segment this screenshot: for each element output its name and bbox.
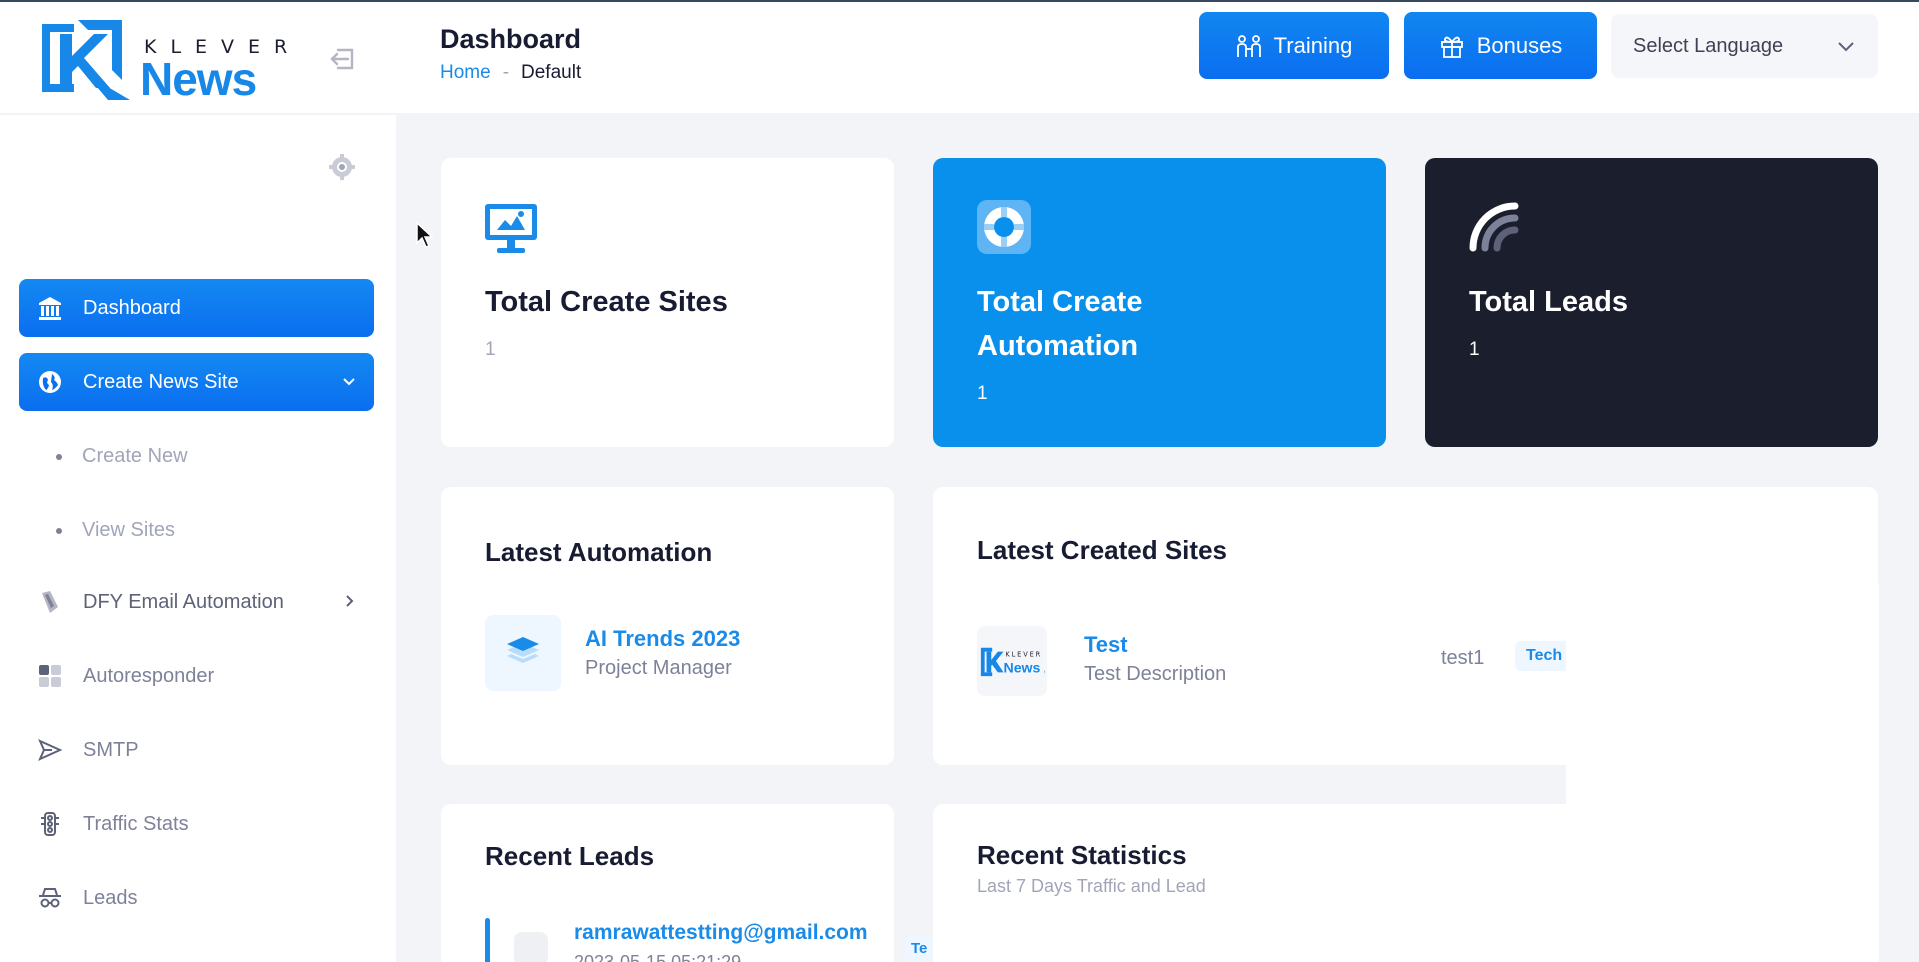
avatar [514,932,548,962]
stat-card-total-create-automation[interactable]: Total Create Automation 1 [933,158,1386,447]
lead-date: 2023-05-15 05:21:29 [574,952,742,962]
bonuses-button-label: Bonuses [1476,32,1563,58]
lead-tag: Te [905,936,934,961]
sidebar-item-label: Traffic Stats [83,812,189,835]
breadcrumb-current: Default [521,62,582,83]
site-logo-thumbnail: KLEVER News AI [977,626,1047,696]
stat-value: 1 [977,383,988,404]
sidebar-subitem-create-new[interactable]: Create New [56,445,188,468]
lifebuoy-icon [977,200,1031,254]
latest-automation-card: Latest Automation AI Trends 2023 Project… [441,487,894,765]
chevron-down-icon [343,378,355,386]
site-category-tag: Tech [1515,641,1574,671]
section-title: Recent Leads [485,841,655,871]
people-icon [1236,34,1261,57]
clapperboard-icon [35,587,65,617]
chevron-down-icon [1838,42,1854,52]
sidebar: Dashboard Create News Site Create New Vi… [0,115,396,962]
sidebar-subitem-view-sites[interactable]: View Sites [56,519,175,542]
training-button-label: Training [1273,32,1353,58]
svg-text:KLEVER: KLEVER [1005,650,1042,658]
settings-gear-icon[interactable] [328,153,356,181]
top-header: KLEVER News AI Dashboard Home - Default … [0,2,1919,159]
sidebar-subitem-label: Create New [82,445,188,467]
klever-logo-mark-icon [42,20,130,100]
training-button[interactable]: Training [1199,12,1389,79]
sidebar-item-label: Dashboard [83,296,181,319]
sidebar-item-create-news-site[interactable]: Create News Site [19,353,374,411]
sidebar-item-leads[interactable]: Leads [19,869,374,927]
grid-icon [35,661,65,691]
stat-title: Total Create Sites [485,286,728,318]
stat-value: 1 [485,339,496,360]
sidebar-item-label: SMTP [83,738,139,761]
breadcrumb-separator: - [502,62,510,83]
send-icon [35,735,65,765]
bullet-dot [56,527,62,534]
blank-overlay-panel [1566,576,1879,962]
lead-email-link[interactable]: ramrawattestting@gmail.com [574,921,868,945]
stat-title: Total Leads [1469,286,1628,318]
sidebar-subitem-label: View Sites [82,519,176,541]
sidebar-item-traffic-stats[interactable]: Traffic Stats [19,795,374,853]
logo[interactable]: KLEVER News AI [34,16,304,159]
sidebar-item-dfy-email-automation[interactable]: DFY Email Automation [19,573,374,631]
automation-name-link[interactable]: AI Trends 2023 [585,626,740,652]
stat-title-line-2: Automation [977,330,1139,362]
sidebar-item-smtp[interactable]: SMTP [19,721,374,779]
traffic-light-icon [35,809,65,839]
bullet-dot [56,453,62,460]
language-select-value: Select Language [1633,34,1784,57]
sidebar-item-label: Create News Site [83,370,239,393]
sidebar-item-dashboard[interactable]: Dashboard [19,279,374,337]
page-title: Dashboard [440,24,582,54]
signal-icon [1469,202,1519,252]
breadcrumb-home-link[interactable]: Home [440,62,491,84]
section-title: Recent Statistics [977,840,1187,870]
bonuses-button[interactable]: Bonuses [1404,12,1597,79]
automation-role: Project Manager [585,657,732,679]
incognito-icon [35,883,65,913]
mouse-cursor-icon [416,222,434,248]
svg-text:News AI: News AI [1004,659,1045,675]
stat-card-total-create-sites[interactable]: Total Create Sites 1 [441,158,894,447]
sidebar-collapse-icon[interactable] [328,44,360,74]
recent-leads-card: Recent Leads ramrawattestting@gmail.com … [441,804,894,962]
stat-card-total-leads[interactable]: Total Leads 1 [1425,158,1878,447]
sidebar-item-autoresponder[interactable]: Autoresponder [19,647,374,705]
chevron-right-icon [346,595,354,607]
bank-icon [35,293,65,323]
automation-thumbnail [485,615,561,691]
site-description: Test Description [1084,663,1227,685]
stat-value: 1 [1469,339,1480,360]
layers-icon [507,637,539,663]
klever-logo-icon: KLEVER News AI [980,647,1045,677]
section-subtitle: Last 7 Days Traffic and Lead [977,876,1206,896]
sidebar-item-label: DFY Email Automation [83,590,284,613]
site-name-link[interactable]: Test [1084,632,1128,658]
section-title: Latest Automation [485,537,713,567]
sidebar-item-label: Autoresponder [83,664,215,687]
stat-title-line-1: Total Create [977,286,1143,318]
site-slug: test1 [1441,647,1485,669]
section-title: Latest Created Sites [977,535,1227,565]
lead-accent-bar [485,918,490,962]
breadcrumb: Home - Default [440,62,581,84]
sidebar-item-label: Leads [83,886,138,909]
language-select[interactable]: Select Language [1611,14,1878,78]
monitor-icon [485,204,537,253]
globe-icon [35,367,65,397]
gift-icon [1440,36,1463,58]
